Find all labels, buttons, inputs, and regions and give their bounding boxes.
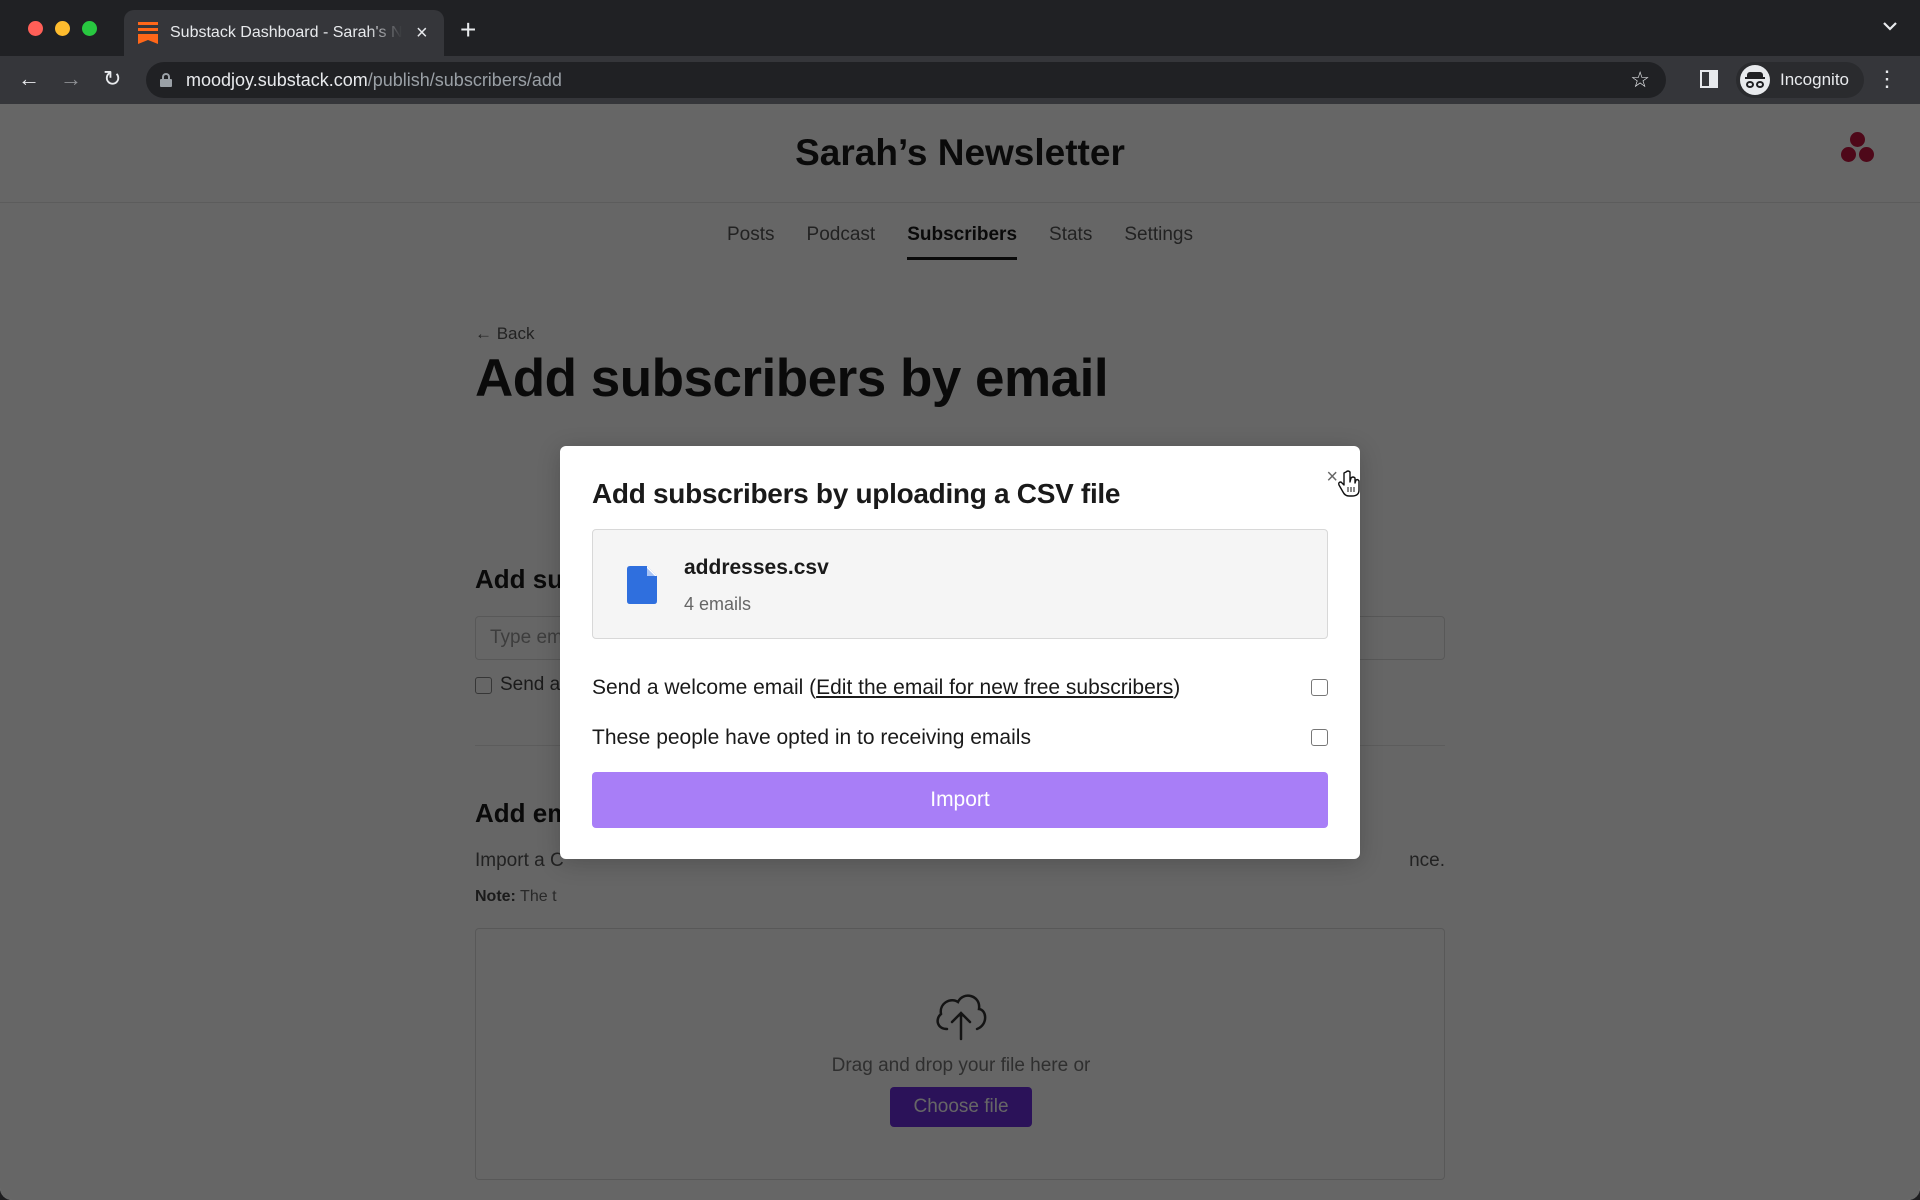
maximize-window-button[interactable] — [82, 21, 97, 36]
uploaded-file-card: addresses.csv 4 emails — [592, 529, 1328, 639]
lock-icon — [160, 73, 172, 87]
import-button[interactable]: Import — [592, 772, 1328, 828]
opted-in-option: These people have opted in to receiving … — [592, 726, 1328, 750]
incognito-label: Incognito — [1780, 70, 1849, 89]
forward-arrow-icon[interactable]: → — [60, 66, 82, 92]
minimize-window-button[interactable] — [55, 21, 70, 36]
csv-upload-modal: Add subscribers by uploading a CSV file … — [560, 446, 1360, 859]
close-window-button[interactable] — [28, 21, 43, 36]
tab-title: Substack Dashboard - Sarah's Newsletter — [170, 24, 402, 41]
browser-titlebar: Substack Dashboard - Sarah's Newsletter … — [0, 0, 1920, 56]
welcome-email-checkbox[interactable] — [1311, 679, 1328, 696]
edit-welcome-email-link[interactable]: Edit the email for new free subscribers — [816, 676, 1173, 699]
url-host: moodjoy.substack.com — [186, 69, 368, 90]
file-name: addresses.csv — [684, 556, 829, 579]
url-path: /publish/subscribers/add — [367, 69, 562, 90]
modal-title: Add subscribers by uploading a CSV file — [592, 478, 1121, 509]
tab-close-icon[interactable]: × — [416, 22, 428, 45]
close-icon[interactable]: × — [1326, 466, 1338, 489]
file-document-icon — [627, 566, 657, 604]
browser-toolbar: ← → ↻ moodjoy.substack.com/publish/subsc… — [0, 56, 1920, 104]
welcome-email-option: Send a welcome email (Edit the email for… — [592, 676, 1328, 700]
hand-pointer-cursor-icon — [1338, 470, 1360, 497]
welcome-email-label-suffix: ) — [1173, 676, 1181, 699]
file-email-count: 4 emails — [684, 594, 752, 614]
substack-favicon-icon — [138, 22, 158, 44]
incognito-profile-button[interactable]: Incognito — [1736, 62, 1864, 98]
side-panel-icon[interactable] — [1700, 70, 1718, 88]
incognito-icon — [1740, 65, 1770, 95]
opted-in-label: These people have opted in to receiving … — [592, 726, 1031, 749]
reload-icon[interactable]: ↻ — [103, 66, 121, 92]
tab-list-chevron-icon[interactable] — [1882, 18, 1898, 36]
bookmark-star-icon[interactable]: ☆ — [1630, 67, 1650, 93]
new-tab-button[interactable]: + — [460, 14, 476, 46]
browser-menu-icon[interactable]: ⋮ — [1876, 68, 1898, 90]
welcome-email-label: Send a welcome email ( — [592, 676, 817, 699]
back-arrow-icon[interactable]: ← — [18, 66, 40, 92]
opted-in-checkbox[interactable] — [1311, 729, 1328, 746]
address-bar[interactable]: moodjoy.substack.com/publish/subscribers… — [146, 62, 1666, 98]
browser-tab[interactable]: Substack Dashboard - Sarah's Newsletter … — [124, 10, 444, 56]
